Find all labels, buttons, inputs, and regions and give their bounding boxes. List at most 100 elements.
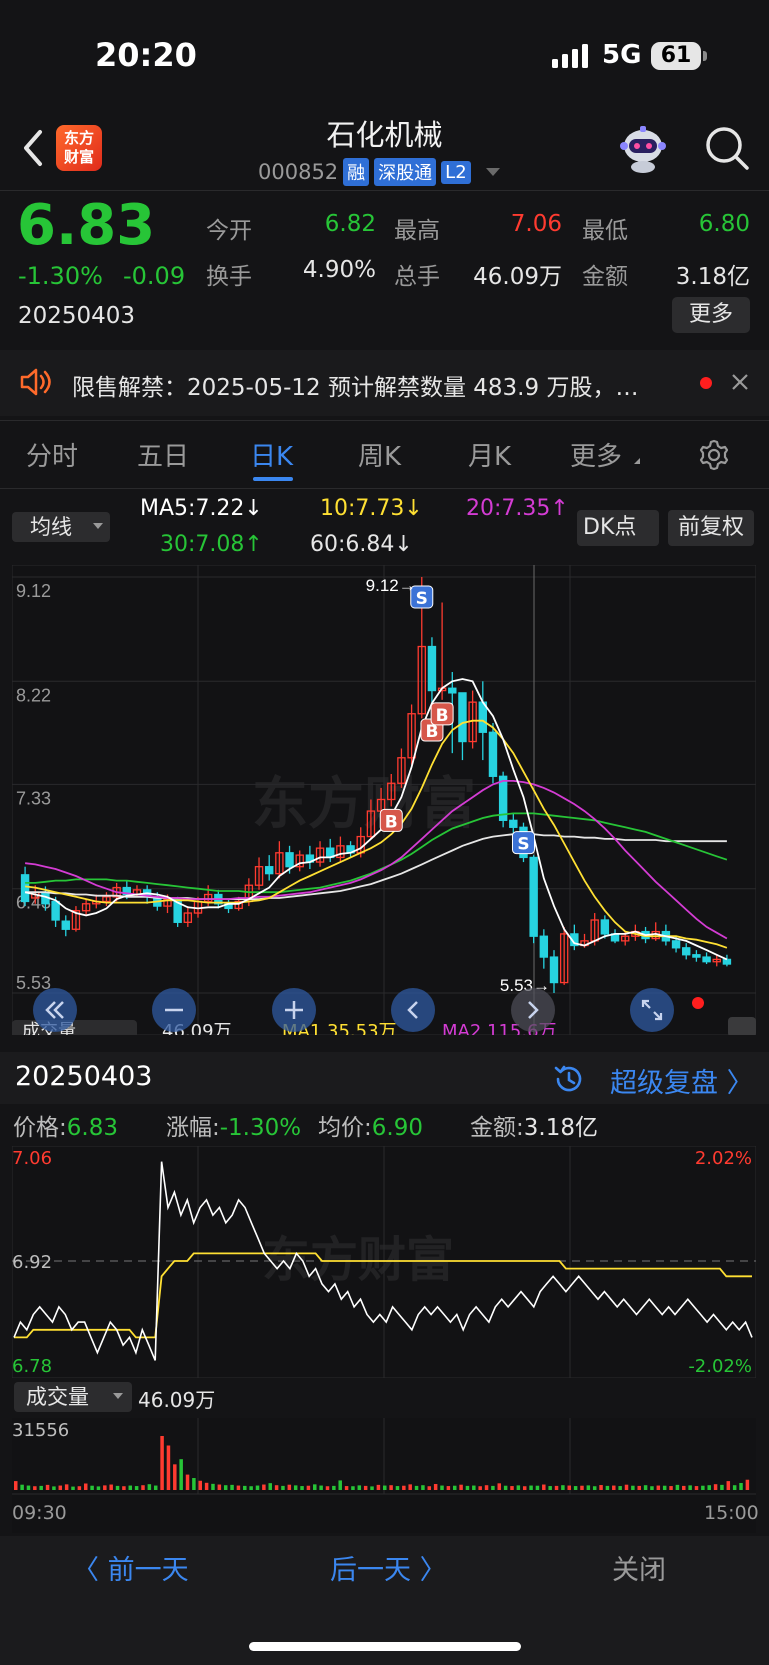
ma10-value: 10:7.73↓ [320, 496, 423, 521]
volume-bar [293, 1485, 298, 1490]
close-icon[interactable] [730, 372, 750, 392]
tab-more[interactable]: 更多 [570, 436, 622, 473]
volume-bar [313, 1484, 317, 1490]
volume-bar [211, 1483, 215, 1490]
volume-bar [128, 1485, 133, 1490]
search-icon[interactable] [704, 125, 750, 171]
time-start-label: 09:30 [12, 1502, 67, 1524]
super-replay-label: 超级复盘 [610, 1068, 718, 1099]
zoom-in-button[interactable] [272, 988, 316, 1032]
volume-bar [90, 1485, 94, 1490]
status-time: 20:20 [95, 36, 197, 74]
intraday-chart[interactable]: 东方财富 7.06 6.92 6.78 2.02% -2.02% [12, 1146, 756, 1378]
tag-connect: 深股通 [374, 158, 437, 186]
close-button[interactable]: 关闭 [612, 1548, 666, 1587]
volume-bar [185, 1474, 190, 1490]
tab-monthly-k[interactable]: 月K [468, 436, 511, 473]
chevron-down-icon [113, 1393, 123, 1399]
info-price: 价格:6.83 [13, 1108, 118, 1142]
volume-bar [637, 1485, 641, 1490]
super-replay-link[interactable]: 超级复盘 〉 [610, 1061, 754, 1100]
battery-icon: 61 [651, 42, 701, 70]
candle-body [509, 819, 518, 828]
volume-bar [516, 1485, 521, 1490]
volume-bar [618, 1486, 622, 1490]
gear-icon[interactable] [697, 438, 731, 472]
ma60-value: 60:6.84↓ [310, 532, 413, 557]
tab-five-day[interactable]: 五日 [137, 436, 189, 473]
volume-bar [52, 1486, 56, 1490]
volume-bar [83, 1483, 88, 1490]
buy-signal: B [430, 702, 454, 726]
volume-bar [147, 1484, 152, 1490]
current-price: 6.83 [17, 193, 156, 258]
tab-daily-k[interactable]: 日K [250, 436, 293, 473]
volume-bar [542, 1484, 546, 1490]
y-pct-low: -2.02% [688, 1356, 752, 1377]
fullscreen-button[interactable] [630, 988, 674, 1032]
prev-day-button[interactable]: 〈 前一天 [72, 1548, 189, 1587]
ma30-value: 30:7.08↑ [160, 532, 263, 557]
volume-bar [351, 1486, 355, 1490]
info-amount-label: 金额: [470, 1115, 524, 1141]
candle-body [51, 900, 60, 921]
volume-bar [548, 1486, 552, 1490]
volume-bar [656, 1485, 661, 1490]
volume-bar [26, 1485, 31, 1490]
next-day-button[interactable]: 后一天 〉 [330, 1548, 447, 1587]
open-value: 6.82 [324, 211, 376, 237]
tab-weekly-k[interactable]: 周K [358, 436, 401, 473]
volume-bar [223, 1485, 228, 1490]
volume-bar [522, 1486, 527, 1490]
robot-assistant-icon[interactable] [617, 124, 669, 174]
high-marker: 9.12→ [366, 576, 416, 595]
volume-bar [713, 1484, 718, 1490]
volume-bar [446, 1486, 451, 1490]
y-tick-label: 8.22 [16, 685, 51, 705]
tab-intraday[interactable]: 分时 [26, 436, 78, 473]
volume-bar [166, 1445, 171, 1490]
volume-bar [153, 1485, 158, 1490]
info-price-label: 价格: [13, 1115, 67, 1141]
volume-bar [287, 1484, 292, 1490]
volume-chart[interactable]: 31556 [12, 1418, 756, 1533]
volume-bar [39, 1485, 43, 1490]
chevron-down-icon [93, 523, 103, 529]
zoom-out-button[interactable] [152, 988, 196, 1032]
divider [0, 420, 769, 421]
volume-bar [497, 1483, 502, 1490]
volume-bar [433, 1484, 438, 1490]
ma20-value: 20:7.35↑ [466, 496, 569, 521]
dk-point-button[interactable]: DK点 [577, 510, 659, 546]
amount-label: 金额 [582, 264, 628, 290]
volume-bar [561, 1485, 565, 1490]
y-tick-max: 31556 [12, 1420, 69, 1441]
minus-icon [165, 1008, 183, 1012]
sell-signal: S [511, 831, 535, 855]
kline-chart[interactable]: 9.128.227.336.435.53东方财富SBBBS9.12→5.53→成… [12, 565, 756, 1035]
info-amount: 金额:3.18亿 [470, 1108, 598, 1142]
volume-bar [631, 1485, 635, 1490]
volume-bar [363, 1485, 368, 1490]
scroll-left-button[interactable] [391, 988, 435, 1032]
volume-bar [682, 1485, 686, 1490]
stock-code-row[interactable]: 000852 融 深股通 L2 [258, 158, 500, 186]
scroll-left-fast-button[interactable] [33, 988, 77, 1032]
volume-bar [592, 1486, 597, 1490]
turnover-label: 换手 [206, 264, 252, 290]
scroll-right-button[interactable] [511, 988, 555, 1032]
history-icon[interactable] [552, 1062, 586, 1096]
adjust-price-button[interactable]: 前复权 [668, 510, 754, 546]
notice-text[interactable]: 限售解禁：2025-05-12 预计解禁数量 483.9 万股，… [72, 368, 672, 402]
more-caret-icon [634, 458, 640, 464]
volume-bar [389, 1485, 393, 1490]
more-button[interactable]: 更多 [672, 297, 750, 333]
candle-body [458, 692, 467, 743]
volume-bar [599, 1485, 603, 1490]
volume-bar [726, 1481, 731, 1490]
candle-body [600, 919, 610, 935]
time-end-label: 15:00 [704, 1502, 759, 1524]
volume-bar [732, 1485, 737, 1490]
candle-body [488, 731, 498, 777]
chevron-right-icon: 〉 [726, 1068, 754, 1099]
